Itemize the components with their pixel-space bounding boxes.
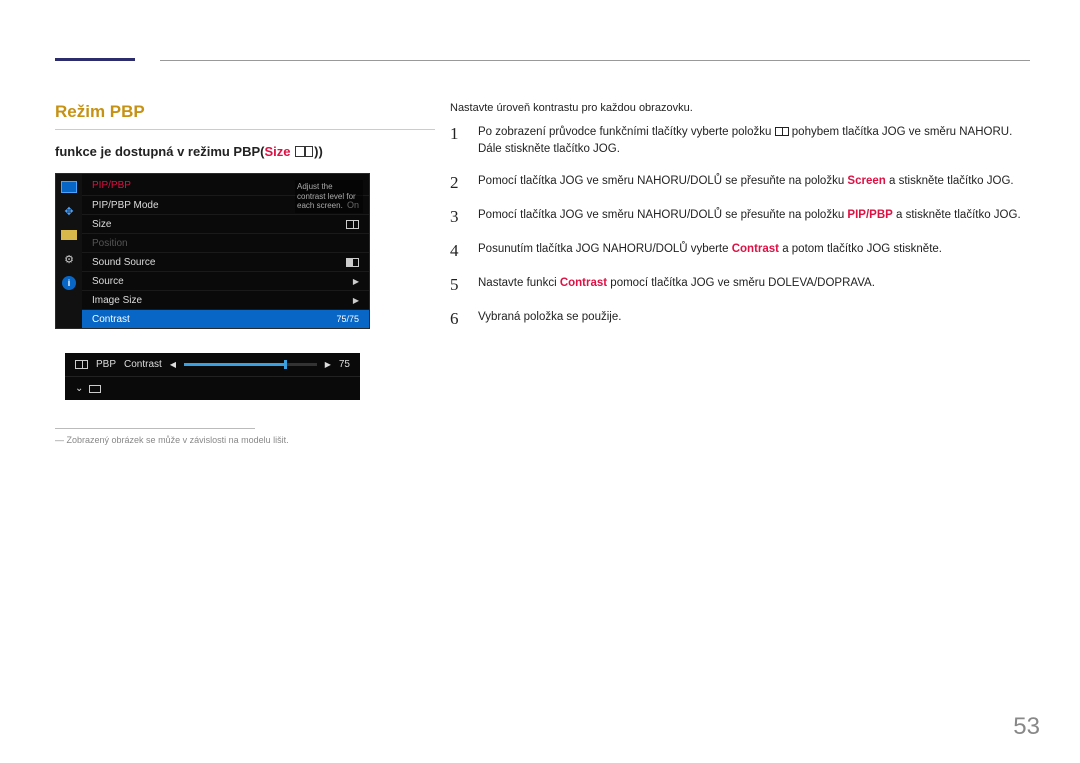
osd-row-label: Position xyxy=(92,238,128,249)
step: 3 Pomocí tlačítka JOG ve směru NAHORU/DOL… xyxy=(450,207,1030,227)
step-number: 3 xyxy=(450,207,464,227)
left-column: Režim PBP funkce je dostupná v režimu PB… xyxy=(55,102,435,445)
osd-row[interactable]: Source ▶ xyxy=(82,271,369,290)
slider-fill xyxy=(184,363,284,366)
highlight: PIP/PBP xyxy=(847,209,892,221)
slider-prefix: PBP xyxy=(96,359,116,370)
osd-slider-bar: PBP Contrast ◀ ▶ 75 ⌄ xyxy=(65,353,360,400)
step-text: Nastavte funkci Contrast pomocí tlačítka… xyxy=(478,275,1030,292)
osd-row[interactable]: Contrast 75/75 xyxy=(82,309,369,328)
return-icon xyxy=(89,385,101,393)
footnote: ― Zobrazený obrázek se může v závislosti… xyxy=(55,435,435,445)
step-number: 6 xyxy=(450,309,464,329)
footnote-rule xyxy=(55,428,255,429)
osd-row-value: ▶ xyxy=(353,296,359,305)
slider-track[interactable] xyxy=(184,363,317,366)
step: 2 Pomocí tlačítka JOG ve směru NAHORU/DOL… xyxy=(450,173,1030,193)
subheading-suffix: )) xyxy=(314,144,323,159)
header-rule xyxy=(160,60,1030,61)
steps-list: 1 Po zobrazení průvodce funkčními tlačítk… xyxy=(450,124,1030,329)
highlight: Contrast xyxy=(732,243,779,255)
slider-label: Contrast xyxy=(124,359,162,370)
intro-text: Nastavte úroveň kontrastu pro každou obr… xyxy=(450,102,1030,114)
pbp-small-icon xyxy=(75,360,88,369)
osd-sidebar: ✥ ⚙ i xyxy=(56,174,82,328)
osd-row[interactable]: Size xyxy=(82,214,369,233)
osd-body: PIP/PBP Adjust the contrast level for ea… xyxy=(82,174,369,328)
step-number: 5 xyxy=(450,275,464,295)
step-text: Vybraná položka se použije. xyxy=(478,309,1030,326)
info-icon: i xyxy=(61,276,77,290)
osd-tooltip: Adjust the contrast level for each scree… xyxy=(295,180,363,213)
monitor-icon xyxy=(61,180,77,194)
osd-row-value xyxy=(346,220,359,229)
osd-menu: ✥ ⚙ i PIP/PBP Adjust the contrast level … xyxy=(55,173,370,329)
right-column: Nastavte úroveň kontrastu pro každou obr… xyxy=(450,102,1030,343)
step-text: Po zobrazení průvodce funkčními tlačítky… xyxy=(478,124,1030,159)
step: 1 Po zobrazení průvodce funkčními tlačítk… xyxy=(450,124,1030,159)
page-number: 53 xyxy=(1013,713,1040,741)
osd-row-value: 75/75 xyxy=(336,314,359,324)
section-subheading: funkce je dostupná v režimu PBP(Size )) xyxy=(55,144,435,159)
left-arrow-icon: ◀ xyxy=(170,360,176,369)
step-number: 2 xyxy=(450,173,464,193)
subheading-size: Size xyxy=(265,144,291,159)
osd-row-value xyxy=(346,258,359,267)
osd-row-label: Size xyxy=(92,219,111,230)
subheading-prefix: funkce je dostupná v režimu PBP( xyxy=(55,144,265,159)
chevron-down-icon: ⌄ xyxy=(75,383,83,394)
step-text: Posunutím tlačítka JOG NAHORU/DOLŮ vyber… xyxy=(478,241,1030,258)
slider-knob xyxy=(284,360,287,369)
osd-row-label: Contrast xyxy=(92,314,130,325)
header-accent xyxy=(55,58,135,61)
slider-row: PBP Contrast ◀ ▶ 75 xyxy=(65,353,360,377)
osd-row-label: PIP/PBP Mode xyxy=(92,200,159,211)
highlight: Screen xyxy=(847,175,885,187)
step: 4 Posunutím tlačítka JOG NAHORU/DOLŮ vybe… xyxy=(450,241,1030,261)
osd-row-value: ▶ xyxy=(353,277,359,286)
highlight: Contrast xyxy=(560,277,607,289)
osd-row[interactable]: Sound Source xyxy=(82,252,369,271)
slider-value: 75 xyxy=(339,359,350,370)
section-heading: Režim PBP xyxy=(55,102,435,130)
gear-icon: ⚙ xyxy=(61,252,77,266)
step-number: 4 xyxy=(450,241,464,261)
step-number: 1 xyxy=(450,124,464,144)
menu-icon xyxy=(775,127,789,136)
arrows-icon: ✥ xyxy=(61,204,77,218)
osd-row-label: Sound Source xyxy=(92,257,155,268)
slider-bottom-row: ⌄ xyxy=(65,377,360,400)
osd-row[interactable]: Position xyxy=(82,233,369,252)
step: 5 Nastavte funkci Contrast pomocí tlačítk… xyxy=(450,275,1030,295)
osd-row-label: Source xyxy=(92,276,124,287)
pip-icon xyxy=(61,228,77,242)
step: 6 Vybraná položka se použije. xyxy=(450,309,1030,329)
osd-row-label: Image Size xyxy=(92,295,142,306)
pbp-icon xyxy=(295,146,313,157)
step-text: Pomocí tlačítka JOG ve směru NAHORU/DOLŮ… xyxy=(478,207,1030,224)
right-arrow-icon: ▶ xyxy=(325,360,331,369)
step-text: Pomocí tlačítka JOG ve směru NAHORU/DOLŮ… xyxy=(478,173,1030,190)
osd-row[interactable]: Image Size ▶ xyxy=(82,290,369,309)
